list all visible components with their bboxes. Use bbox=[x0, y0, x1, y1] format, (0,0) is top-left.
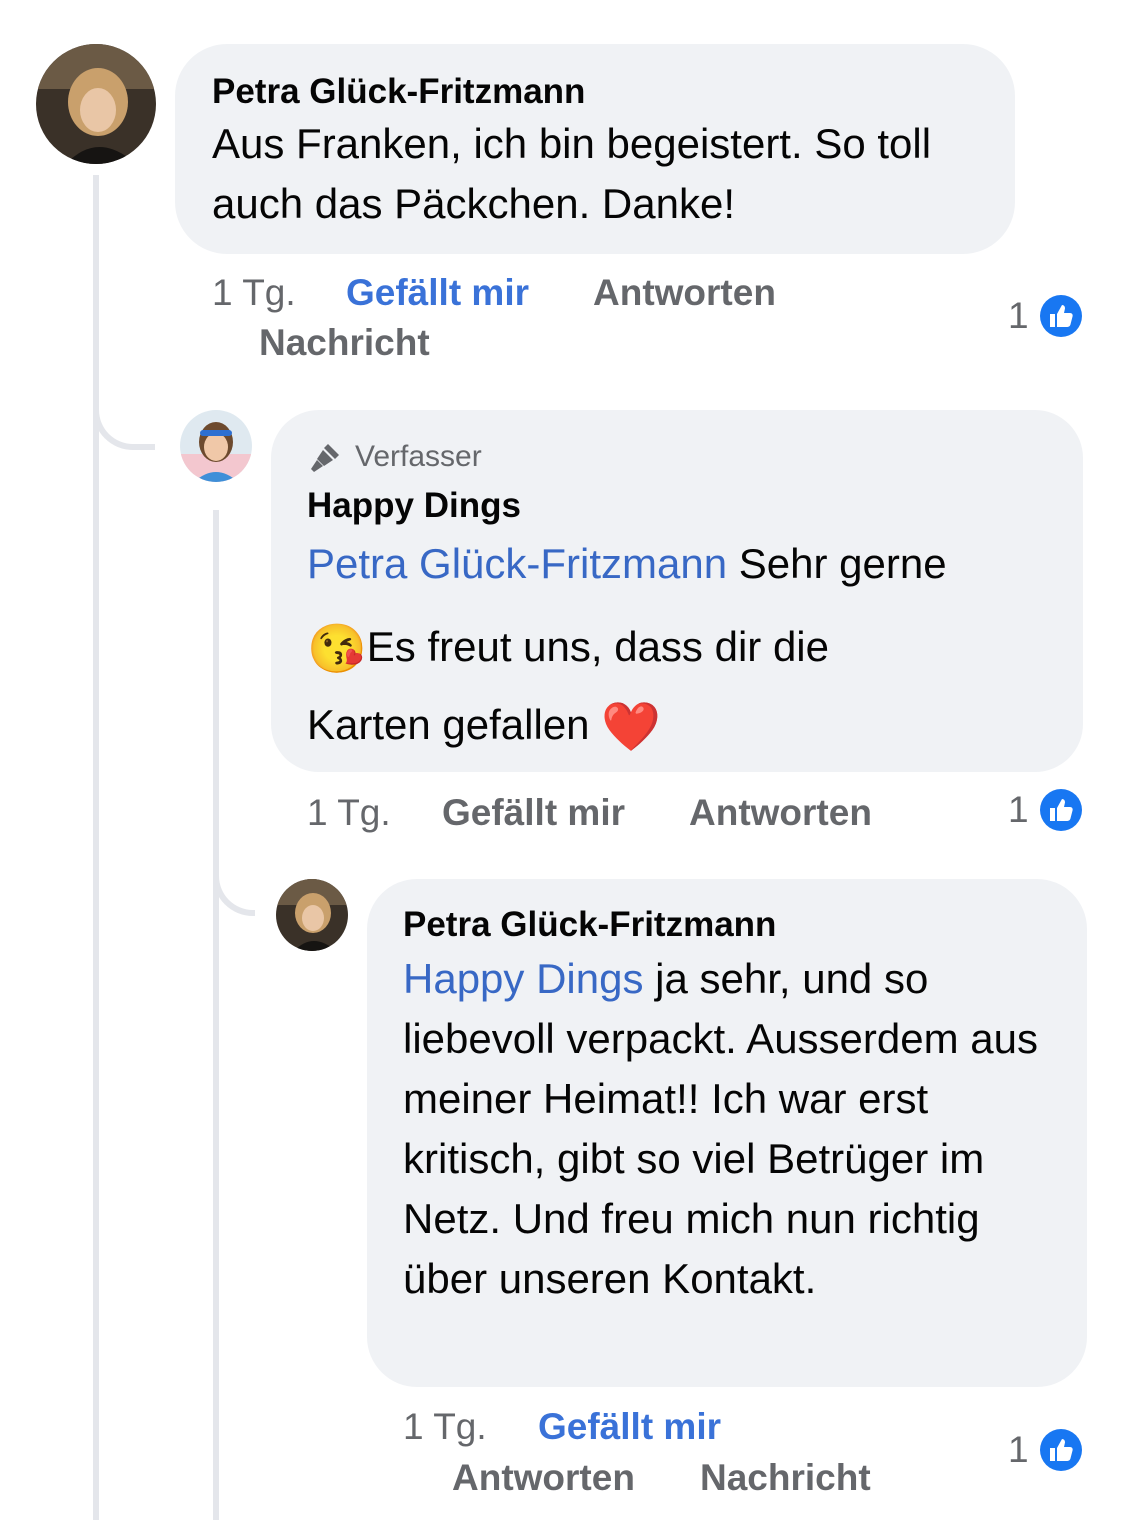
comment-text: Aus Franken, ich bin begeistert. So toll… bbox=[212, 120, 932, 227]
mention-link[interactable]: Happy Dings bbox=[403, 955, 643, 1002]
heart-emoji: ❤️ bbox=[601, 700, 661, 754]
kiss-emoji: 😘 bbox=[307, 622, 367, 676]
comment-text: Happy Dings ja sehr, und so liebevoll ve… bbox=[403, 955, 1038, 1302]
thumbs-up-icon bbox=[1037, 786, 1085, 834]
reply-button[interactable]: Antworten bbox=[593, 272, 776, 314]
like-button[interactable]: Gefällt mir bbox=[346, 272, 529, 314]
comment-text: Petra Glück-Fritzmann Sehr gerne 😘Es fre… bbox=[307, 540, 947, 754]
author-badge: Verfasser bbox=[307, 438, 1047, 476]
mention-link[interactable]: Petra Glück-Fritzmann bbox=[307, 540, 727, 587]
reply-button[interactable]: Antworten bbox=[689, 792, 872, 834]
thread-line-reply bbox=[213, 510, 219, 1520]
reaction-summary[interactable]: 1 bbox=[1008, 292, 1085, 340]
reaction-count: 1 bbox=[1008, 295, 1029, 336]
microphone-icon bbox=[307, 438, 345, 476]
like-button[interactable]: Gefällt mir bbox=[538, 1406, 721, 1448]
comment-bubble[interactable]: Petra Glück-Fritzmann Happy Dings ja seh… bbox=[367, 879, 1087, 1387]
avatar-petra[interactable] bbox=[276, 879, 348, 951]
thread-curve-reply1 bbox=[93, 360, 155, 450]
comment-time[interactable]: 1 Tg. bbox=[212, 272, 296, 314]
thumbs-up-icon bbox=[1037, 1426, 1085, 1474]
reply-button[interactable]: Antworten bbox=[452, 1457, 635, 1499]
thread-curve-reply2 bbox=[213, 840, 255, 916]
message-button[interactable]: Nachricht bbox=[259, 322, 430, 364]
comment-bubble[interactable]: Petra Glück-Fritzmann Aus Franken, ich b… bbox=[175, 44, 1015, 254]
avatar-happy-dings[interactable] bbox=[180, 410, 252, 482]
comment-author[interactable]: Petra Glück-Fritzmann bbox=[403, 905, 1057, 945]
reaction-count: 1 bbox=[1008, 789, 1029, 830]
avatar-petra[interactable] bbox=[36, 44, 156, 164]
thumbs-up-icon bbox=[1037, 292, 1085, 340]
comment-author[interactable]: Petra Glück-Fritzmann bbox=[212, 72, 979, 112]
comment-time[interactable]: 1 Tg. bbox=[307, 792, 391, 834]
reaction-summary[interactable]: 1 bbox=[1008, 786, 1085, 834]
reaction-summary[interactable]: 1 bbox=[1008, 1426, 1085, 1474]
message-button[interactable]: Nachricht bbox=[700, 1457, 871, 1499]
comment-bubble[interactable]: Verfasser Happy Dings Petra Glück-Fritzm… bbox=[271, 410, 1083, 772]
author-badge-label: Verfasser bbox=[355, 440, 482, 473]
like-button[interactable]: Gefällt mir bbox=[442, 792, 625, 834]
comment-author[interactable]: Happy Dings bbox=[307, 486, 1047, 526]
comment-time[interactable]: 1 Tg. bbox=[403, 1406, 487, 1448]
reaction-count: 1 bbox=[1008, 1429, 1029, 1470]
